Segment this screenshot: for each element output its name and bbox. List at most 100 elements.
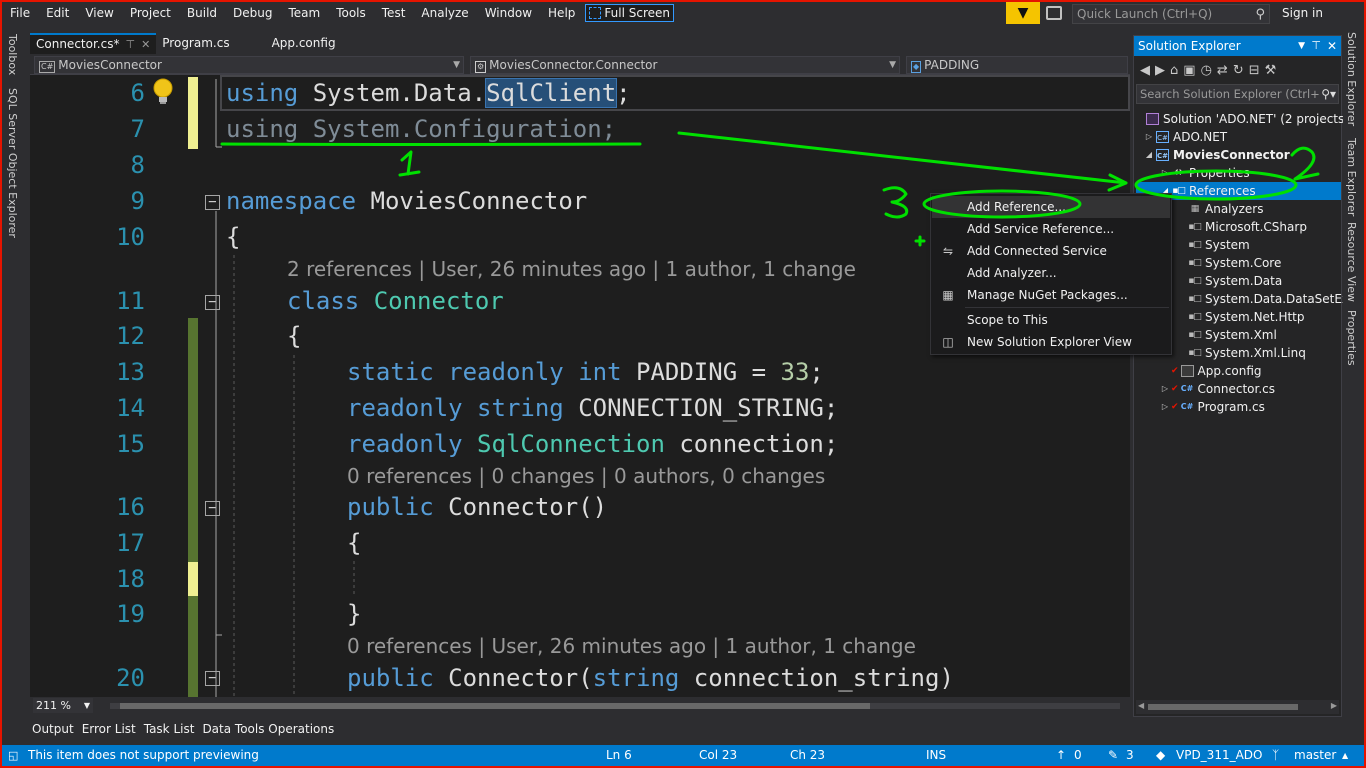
team-explorer-tab[interactable]: Team Explorer xyxy=(1345,138,1358,216)
filter-icon[interactable]: ▼ xyxy=(1006,2,1040,24)
menu-debug[interactable]: Debug xyxy=(225,2,280,24)
scrollbar-thumb[interactable] xyxy=(120,703,870,709)
menu-window[interactable]: Window xyxy=(477,2,540,24)
code-lens[interactable]: 2 references | User, 26 minutes ago | 1 … xyxy=(287,257,856,281)
collapse-all-icon[interactable]: ⊟ xyxy=(1249,63,1260,78)
refresh-icon[interactable]: ↻ xyxy=(1233,63,1244,78)
tab-app-config[interactable]: App.config xyxy=(266,33,342,54)
tree-solution[interactable]: Solution 'ADO.NET' (2 projects) xyxy=(1134,110,1349,128)
menu-add-service-reference[interactable]: Add Service Reference... xyxy=(932,218,1170,240)
resource-view-tab[interactable]: Resource View xyxy=(1345,222,1358,302)
collapse-arrow-icon[interactable]: ◢ xyxy=(1144,146,1154,164)
tab-output[interactable]: Output xyxy=(30,718,80,740)
chevron-down-icon[interactable]: ▼ xyxy=(1298,36,1305,56)
project-dropdown[interactable]: C# MoviesConnector ▼ xyxy=(34,56,464,74)
forward-icon[interactable]: ▶ xyxy=(1155,63,1165,78)
menu-manage-nuget-packages[interactable]: ▦ Manage NuGet Packages... xyxy=(932,284,1170,306)
publish-icon[interactable]: ↑ xyxy=(1056,745,1066,766)
pin-icon[interactable]: ⊤ xyxy=(125,34,135,55)
tree-program-cs[interactable]: ▷ ✔ C# Program.cs xyxy=(1160,398,1265,416)
feedback-icon[interactable] xyxy=(1046,6,1062,20)
chevron-up-icon[interactable]: ▲ xyxy=(1342,745,1348,766)
switch-views-icon[interactable]: ▣ xyxy=(1183,63,1195,78)
close-icon[interactable]: ✕ xyxy=(141,34,150,55)
tab-data-tools-operations[interactable]: Data Tools Operations xyxy=(200,718,340,740)
expand-arrow-icon[interactable]: ▷ xyxy=(1160,380,1170,398)
sync-icon[interactable]: ⇄ xyxy=(1217,63,1228,78)
repository-name[interactable]: VPD_311_ADO xyxy=(1176,745,1262,766)
menu-view[interactable]: View xyxy=(77,2,121,24)
menu-new-solution-explorer-view[interactable]: ◫ New Solution Explorer View xyxy=(932,331,1170,353)
tree-properties[interactable]: ▷ ⚒ Properties xyxy=(1160,164,1250,182)
pending-changes-filter-icon[interactable]: ◷ xyxy=(1201,63,1212,78)
scrollbar-thumb[interactable] xyxy=(1148,704,1298,710)
menu-file[interactable]: File xyxy=(2,2,38,24)
sql-server-object-explorer-tab[interactable]: SQL Server Object Explorer xyxy=(6,88,19,238)
menu-edit[interactable]: Edit xyxy=(38,2,77,24)
tree-connector-cs[interactable]: ▷ ✔ C# Connector.cs xyxy=(1160,380,1275,398)
collapse-toggle[interactable]: − xyxy=(205,195,220,210)
tree-ref-system-xml-linq[interactable]: ▪□ System.Xml.Linq xyxy=(1186,344,1306,362)
menu-team[interactable]: Team xyxy=(280,2,328,24)
menu-add-analyzer[interactable]: Add Analyzer... xyxy=(932,262,1170,284)
vs-window: File Edit View Project Build Debug Team … xyxy=(2,2,1364,766)
pin-icon[interactable]: ⊤ xyxy=(1311,36,1321,56)
quick-launch-input[interactable]: Quick Launch (Ctrl+Q) ⚲ xyxy=(1072,4,1270,24)
scroll-right-icon[interactable]: ▶ xyxy=(1331,701,1337,710)
pencil-icon[interactable]: ✎ xyxy=(1108,745,1118,766)
tree-ref-system-data[interactable]: ▪□ System.Data xyxy=(1186,272,1282,290)
menu-project[interactable]: Project xyxy=(122,2,179,24)
tree-project-moviesconnector[interactable]: ◢ C# MoviesConnector xyxy=(1144,146,1290,164)
menu-scope-to-this[interactable]: Scope to This xyxy=(932,309,1170,331)
menu-add-connected-service[interactable]: ⇋ Add Connected Service xyxy=(932,240,1170,262)
pending-changes-count[interactable]: 3 xyxy=(1126,745,1134,766)
tab-program-cs[interactable]: Program.cs xyxy=(156,33,235,54)
tree-analyzers[interactable]: ▦ Analyzers xyxy=(1186,200,1264,218)
expand-arrow-icon[interactable]: ▷ xyxy=(1160,164,1170,182)
code-editor[interactable]: 6 using System.Data.SqlClient; 7 using S… xyxy=(30,75,1130,697)
code-lens[interactable]: 0 references | User, 26 minutes ago | 1 … xyxy=(347,634,916,658)
tree-project-adonet[interactable]: ▷ C# ADO.NET xyxy=(1144,128,1227,146)
menu-analyze[interactable]: Analyze xyxy=(413,2,476,24)
publish-count[interactable]: 0 xyxy=(1074,745,1082,766)
solution-explorer-search[interactable]: Search Solution Explorer (Ctrl+;) ⚲▾ xyxy=(1136,84,1339,104)
toolbox-tab[interactable]: Toolbox xyxy=(6,34,19,75)
zoom-dropdown[interactable]: 211 % ▼ xyxy=(33,698,93,713)
tab-connector-cs[interactable]: Connector.cs* ⊤ ✕ xyxy=(30,33,157,55)
tree-ref-microsoft-csharp[interactable]: ▪□ Microsoft.CSharp xyxy=(1186,218,1307,236)
code-lens[interactable]: 0 references | 0 changes | 0 authors, 0 … xyxy=(347,464,825,488)
expand-arrow-icon[interactable]: ▷ xyxy=(1160,398,1170,416)
member-dropdown[interactable]: ◆ PADDING xyxy=(906,56,1128,74)
assembly-reference-icon: ▪□ xyxy=(1188,312,1202,322)
wrench-icon[interactable]: ⚒ xyxy=(1265,63,1277,78)
horizontal-scrollbar[interactable] xyxy=(110,703,1120,709)
tree-ref-system[interactable]: ▪□ System xyxy=(1186,236,1250,254)
collapse-toggle[interactable]: − xyxy=(205,671,220,686)
horizontal-scrollbar[interactable]: ◀ ▶ xyxy=(1136,700,1339,714)
tree-ref-system-net-http[interactable]: ▪□ System.Net.Http xyxy=(1186,308,1304,326)
scroll-left-icon[interactable]: ◀ xyxy=(1138,701,1144,710)
menu-add-reference[interactable]: Add Reference... xyxy=(932,196,1170,218)
close-icon[interactable]: ✕ xyxy=(1327,36,1337,56)
menu-tools[interactable]: Tools xyxy=(328,2,374,24)
properties-tab[interactable]: Properties xyxy=(1345,310,1358,366)
back-icon[interactable]: ◀ xyxy=(1140,63,1150,78)
tree-ref-system-core[interactable]: ▪□ System.Core xyxy=(1186,254,1281,272)
collapse-toggle[interactable]: − xyxy=(205,295,220,310)
tree-ref-system-data-datasetextensions[interactable]: ▪□ System.Data.DataSetExtensions xyxy=(1186,290,1364,308)
full-screen-button[interactable]: Full Screen xyxy=(585,4,674,22)
tree-ref-system-xml[interactable]: ▪□ System.Xml xyxy=(1186,326,1277,344)
type-dropdown[interactable]: ⚙ MoviesConnector.Connector ▼ xyxy=(470,56,900,74)
solution-explorer-tab[interactable]: Solution Explorer xyxy=(1345,32,1358,126)
tree-app-config[interactable]: ✔ App.config xyxy=(1170,362,1262,380)
branch-name[interactable]: master xyxy=(1294,745,1336,766)
menu-build[interactable]: Build xyxy=(179,2,225,24)
tab-task-list[interactable]: Task List xyxy=(142,718,201,740)
home-icon[interactable]: ⌂ xyxy=(1170,63,1178,78)
collapse-toggle[interactable]: − xyxy=(205,501,220,516)
menu-help[interactable]: Help xyxy=(540,2,583,24)
tab-error-list[interactable]: Error List xyxy=(80,718,142,740)
menu-test[interactable]: Test xyxy=(374,2,414,24)
expand-arrow-icon[interactable]: ▷ xyxy=(1144,128,1154,146)
sign-in-link[interactable]: Sign in xyxy=(1282,2,1323,24)
